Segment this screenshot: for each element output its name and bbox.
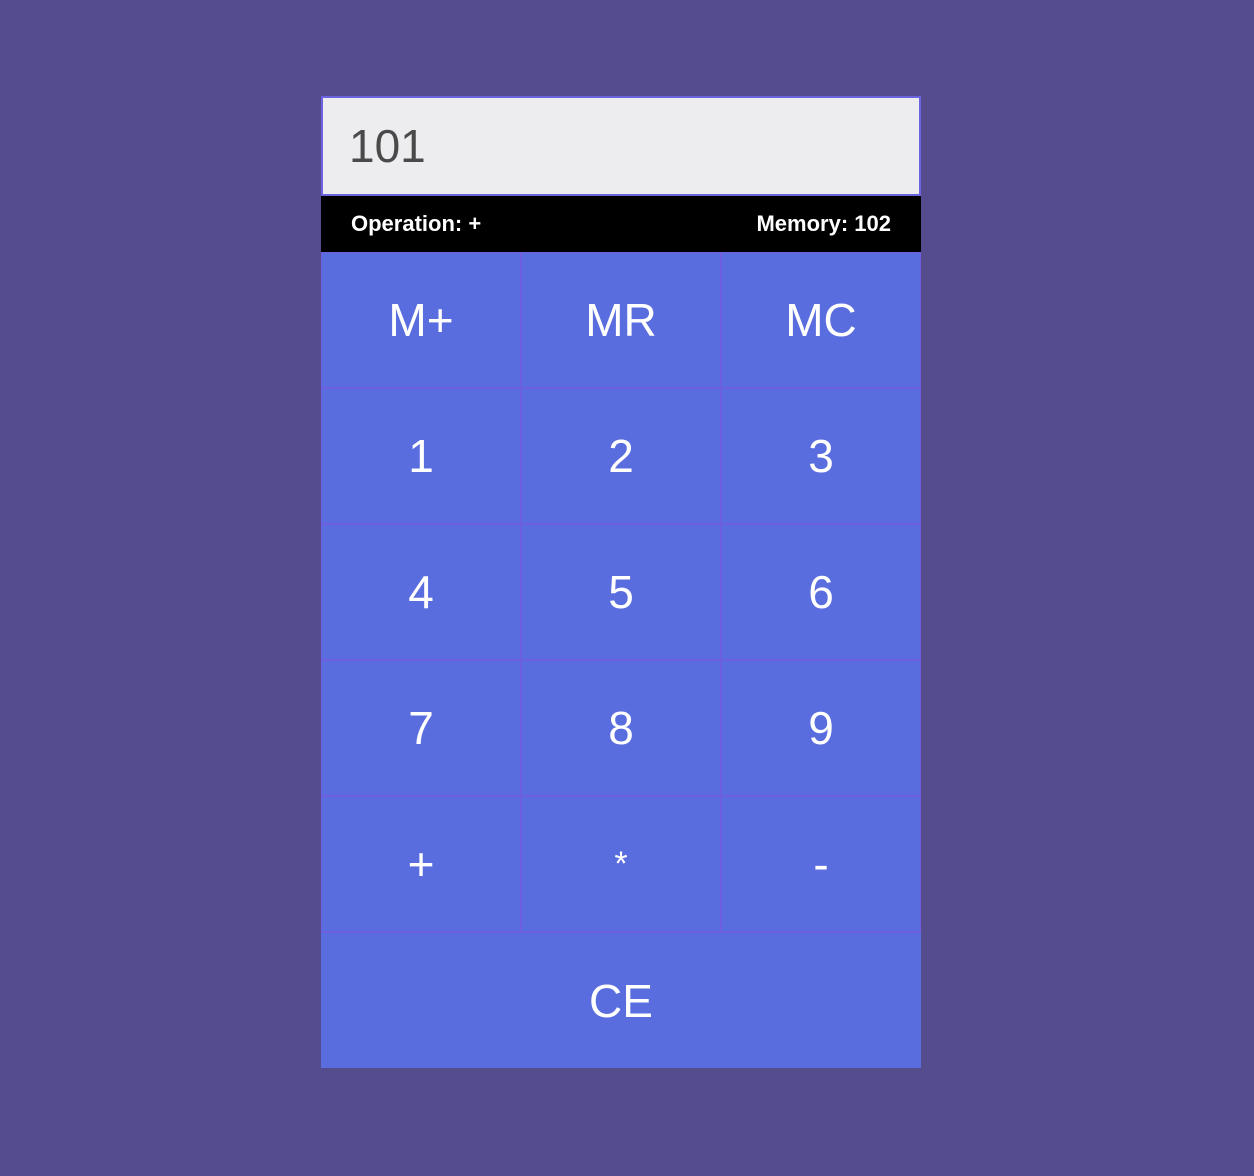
digit-6-button[interactable]: 6 (721, 524, 921, 660)
digit-7-button[interactable]: 7 (321, 660, 521, 796)
calculator: 101 Operation: + Memory: 102 M+ MR MC 1 … (321, 96, 921, 1068)
memory-add-button[interactable]: M+ (321, 252, 521, 388)
digit-8-button[interactable]: 8 (521, 660, 721, 796)
keypad: M+ MR MC 1 2 3 4 5 6 7 8 9 + * - CE (321, 252, 921, 1068)
plus-button[interactable]: + (321, 796, 521, 932)
digit-5-button[interactable]: 5 (521, 524, 721, 660)
multiply-button[interactable]: * (521, 796, 721, 932)
minus-button[interactable]: - (721, 796, 921, 932)
memory-recall-button[interactable]: MR (521, 252, 721, 388)
operation-indicator: Operation: + (351, 211, 482, 236)
display-value: 101 (349, 120, 426, 172)
display-screen: 101 (321, 96, 921, 196)
memory-clear-button[interactable]: MC (721, 252, 921, 388)
memory-indicator: Memory: 102 (756, 211, 891, 236)
digit-9-button[interactable]: 9 (721, 660, 921, 796)
digit-2-button[interactable]: 2 (521, 388, 721, 524)
status-bar: Operation: + Memory: 102 (321, 196, 921, 252)
digit-3-button[interactable]: 3 (721, 388, 921, 524)
digit-4-button[interactable]: 4 (321, 524, 521, 660)
clear-entry-button[interactable]: CE (321, 932, 921, 1068)
digit-1-button[interactable]: 1 (321, 388, 521, 524)
